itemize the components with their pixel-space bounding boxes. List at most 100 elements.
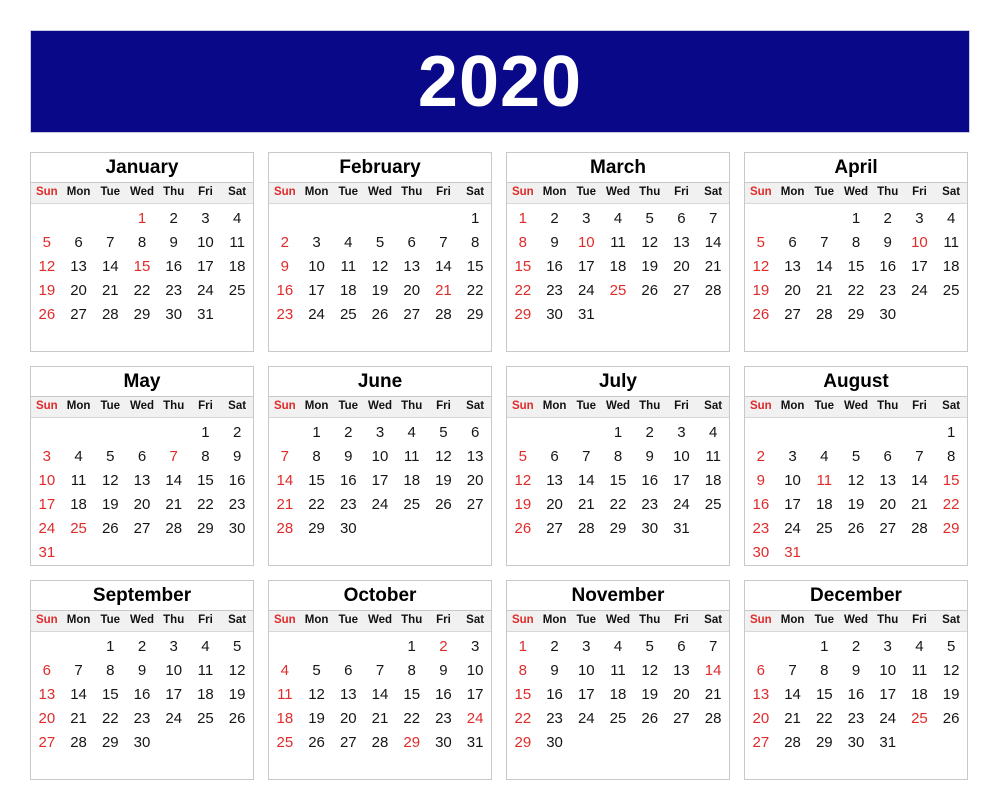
day-cell[interactable]: 6 (539, 445, 571, 469)
day-cell[interactable]: 29 (94, 731, 126, 755)
day-cell[interactable]: 14 (63, 683, 95, 707)
day-cell[interactable]: 28 (777, 731, 809, 755)
day-cell[interactable]: 20 (63, 279, 95, 303)
day-cell[interactable]: 27 (666, 279, 698, 303)
day-cell[interactable]: 11 (269, 683, 301, 707)
day-cell[interactable]: 24 (904, 279, 936, 303)
day-cell[interactable]: 16 (269, 279, 301, 303)
day-cell[interactable]: 10 (904, 231, 936, 255)
day-cell[interactable]: 26 (634, 279, 666, 303)
day-cell[interactable]: 3 (301, 231, 333, 255)
day-cell[interactable]: 23 (158, 279, 190, 303)
day-cell[interactable]: 8 (602, 445, 634, 469)
day-cell[interactable]: 3 (872, 635, 904, 659)
day-cell[interactable]: 8 (94, 659, 126, 683)
day-cell[interactable]: 20 (745, 707, 777, 731)
day-cell[interactable]: 18 (935, 255, 967, 279)
day-cell[interactable]: 5 (634, 207, 666, 231)
day-cell[interactable]: 25 (396, 493, 428, 517)
day-cell[interactable]: 4 (269, 659, 301, 683)
day-cell[interactable]: 26 (634, 707, 666, 731)
day-cell[interactable]: 22 (126, 279, 158, 303)
day-cell[interactable]: 26 (221, 707, 253, 731)
day-cell[interactable]: 21 (364, 707, 396, 731)
day-cell[interactable]: 10 (570, 659, 602, 683)
day-cell[interactable]: 1 (94, 635, 126, 659)
day-cell[interactable]: 1 (602, 421, 634, 445)
day-cell[interactable]: 10 (301, 255, 333, 279)
day-cell[interactable]: 15 (507, 255, 539, 279)
day-cell[interactable]: 27 (666, 707, 698, 731)
day-cell[interactable]: 4 (332, 231, 364, 255)
day-cell[interactable]: 3 (666, 421, 698, 445)
day-cell[interactable]: 30 (221, 517, 253, 541)
day-cell[interactable]: 31 (872, 731, 904, 755)
day-cell[interactable]: 13 (539, 469, 571, 493)
day-cell[interactable]: 17 (158, 683, 190, 707)
day-cell[interactable]: 1 (396, 635, 428, 659)
day-cell[interactable]: 29 (602, 517, 634, 541)
day-cell[interactable]: 1 (126, 207, 158, 231)
day-cell[interactable]: 14 (808, 255, 840, 279)
day-cell[interactable]: 27 (31, 731, 63, 755)
day-cell[interactable]: 25 (269, 731, 301, 755)
day-cell[interactable]: 30 (428, 731, 460, 755)
day-cell[interactable]: 29 (507, 731, 539, 755)
day-cell[interactable]: 14 (697, 231, 729, 255)
day-cell[interactable]: 13 (666, 231, 698, 255)
day-cell[interactable]: 9 (158, 231, 190, 255)
day-cell[interactable]: 19 (634, 683, 666, 707)
day-cell[interactable]: 13 (872, 469, 904, 493)
day-cell[interactable]: 8 (301, 445, 333, 469)
day-cell[interactable]: 25 (808, 517, 840, 541)
day-cell[interactable]: 19 (935, 683, 967, 707)
day-cell[interactable]: 21 (808, 279, 840, 303)
day-cell[interactable]: 1 (507, 635, 539, 659)
day-cell[interactable]: 8 (507, 231, 539, 255)
day-cell[interactable]: 16 (158, 255, 190, 279)
day-cell[interactable]: 7 (697, 207, 729, 231)
day-cell[interactable]: 2 (332, 421, 364, 445)
day-cell[interactable]: 28 (570, 517, 602, 541)
day-cell[interactable]: 31 (666, 517, 698, 541)
day-cell[interactable]: 16 (221, 469, 253, 493)
day-cell[interactable]: 12 (94, 469, 126, 493)
day-cell[interactable]: 28 (697, 279, 729, 303)
day-cell[interactable]: 15 (94, 683, 126, 707)
day-cell[interactable]: 6 (332, 659, 364, 683)
day-cell[interactable]: 31 (459, 731, 491, 755)
day-cell[interactable]: 30 (634, 517, 666, 541)
day-cell[interactable]: 7 (364, 659, 396, 683)
day-cell[interactable]: 24 (190, 279, 222, 303)
day-cell[interactable]: 22 (459, 279, 491, 303)
day-cell[interactable]: 29 (507, 303, 539, 327)
day-cell[interactable]: 7 (570, 445, 602, 469)
day-cell[interactable]: 15 (808, 683, 840, 707)
day-cell[interactable]: 13 (31, 683, 63, 707)
day-cell[interactable]: 22 (602, 493, 634, 517)
day-cell[interactable]: 26 (428, 493, 460, 517)
day-cell[interactable]: 20 (539, 493, 571, 517)
day-cell[interactable]: 7 (777, 659, 809, 683)
day-cell[interactable]: 16 (332, 469, 364, 493)
day-cell[interactable]: 4 (808, 445, 840, 469)
day-cell[interactable]: 21 (428, 279, 460, 303)
day-cell[interactable]: 23 (539, 707, 571, 731)
day-cell[interactable]: 11 (221, 231, 253, 255)
day-cell[interactable]: 9 (269, 255, 301, 279)
day-cell[interactable]: 22 (507, 707, 539, 731)
day-cell[interactable]: 7 (697, 635, 729, 659)
day-cell[interactable]: 1 (507, 207, 539, 231)
day-cell[interactable]: 14 (428, 255, 460, 279)
day-cell[interactable]: 20 (872, 493, 904, 517)
day-cell[interactable]: 25 (602, 279, 634, 303)
day-cell[interactable]: 16 (539, 255, 571, 279)
day-cell[interactable]: 5 (745, 231, 777, 255)
day-cell[interactable]: 17 (570, 683, 602, 707)
day-cell[interactable]: 15 (396, 683, 428, 707)
day-cell[interactable]: 5 (94, 445, 126, 469)
day-cell[interactable]: 18 (808, 493, 840, 517)
day-cell[interactable]: 18 (63, 493, 95, 517)
day-cell[interactable]: 21 (158, 493, 190, 517)
day-cell[interactable]: 17 (31, 493, 63, 517)
